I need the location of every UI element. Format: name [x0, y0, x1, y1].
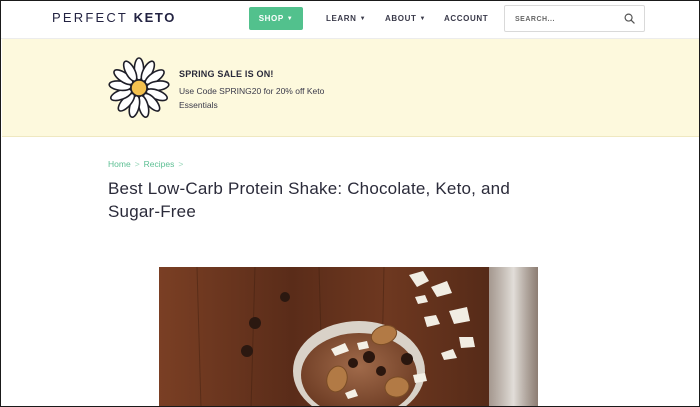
nav-learn[interactable]: LEARN ▼: [326, 14, 366, 23]
shop-menu-label: SHOP: [258, 14, 284, 23]
site-header: PERFECT KETO SHOP ▼ LEARN ▼ ABOUT ▼ ACCO…: [1, 1, 699, 39]
search-input[interactable]: [515, 12, 615, 26]
breadcrumb-home[interactable]: Home: [108, 159, 131, 169]
shop-menu-button[interactable]: SHOP ▼: [249, 7, 303, 30]
breadcrumb-separator: >: [134, 159, 140, 169]
nav-account-label: ACCOUNT: [444, 14, 489, 23]
site-logo[interactable]: PERFECT KETO: [52, 10, 176, 25]
promo-banner: SPRING SALE IS ON! Use Code SPRING20 for…: [2, 39, 699, 137]
chevron-down-icon: ▼: [419, 15, 426, 22]
chevron-down-icon: ▼: [359, 15, 367, 22]
chevron-down-icon: ▼: [286, 15, 294, 22]
breadcrumb: Home > Recipes >: [108, 159, 183, 169]
page-frame: PERFECT KETO SHOP ▼ LEARN ▼ ABOUT ▼ ACCO…: [0, 0, 700, 407]
nav-about[interactable]: ABOUT ▼: [385, 14, 426, 23]
breadcrumb-recipes[interactable]: Recipes: [144, 159, 175, 169]
logo-text-bold: KETO: [133, 10, 176, 25]
breadcrumb-separator: >: [178, 159, 184, 169]
page-title: Best Low-Carb Protein Shake: Chocolate, …: [108, 179, 510, 221]
hero-image: [159, 267, 538, 406]
search-icon[interactable]: [624, 13, 635, 24]
nav-about-label: ABOUT: [385, 14, 417, 23]
banner-title: SPRING SALE IS ON!: [179, 69, 274, 79]
banner-text: Use Code SPRING20 for 20% off Keto Essen…: [179, 86, 325, 110]
daisy-flower-icon: [108, 57, 170, 118]
logo-text-light: PERFECT: [52, 10, 134, 25]
nav-account[interactable]: ACCOUNT: [444, 14, 488, 23]
nav-learn-label: LEARN: [326, 14, 357, 23]
search-box: [504, 5, 645, 32]
